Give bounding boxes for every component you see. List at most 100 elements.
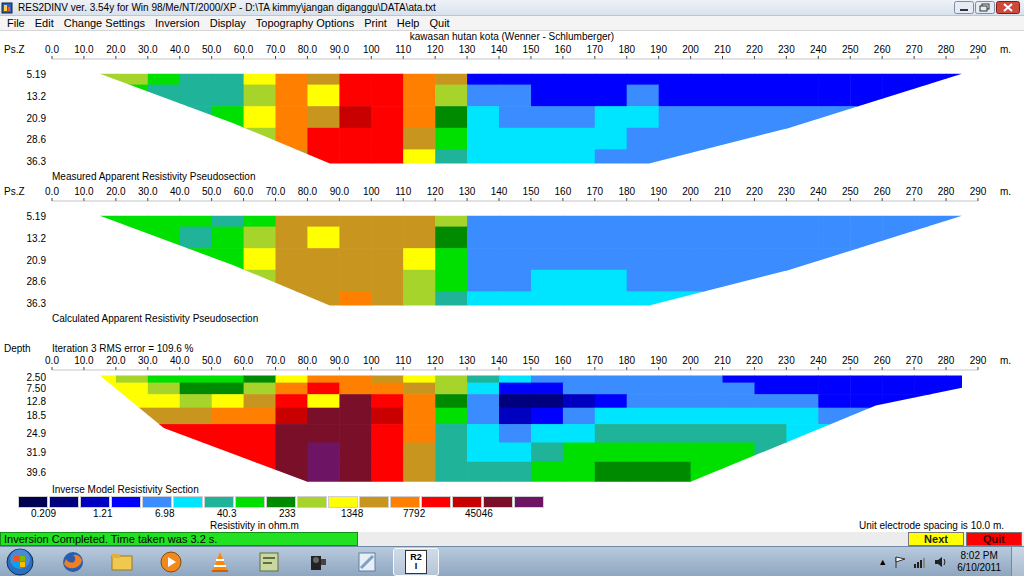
resistivity-cell (755, 408, 788, 425)
legend-bar (0, 496, 1024, 508)
taskbar-button[interactable] (148, 548, 194, 576)
menu-item[interactable]: Quit (424, 17, 454, 29)
resistivity-cell (403, 149, 436, 171)
firefox-icon (61, 550, 85, 574)
menu-item[interactable]: Display (205, 17, 251, 29)
resistivity-cell (435, 462, 468, 484)
resistivity-cell (499, 372, 532, 383)
show-desktop-button[interactable] (1011, 547, 1024, 576)
close-icon[interactable] (996, 1, 1020, 14)
resistivity-cell (914, 443, 947, 463)
x-tick-label: 260 (874, 186, 891, 197)
resistivity-cell (691, 106, 724, 128)
status-bar: Inversion Completed. Time taken was 3.2 … (0, 532, 1024, 546)
resistivity-cell (276, 424, 309, 443)
resistivity-cell (467, 106, 500, 128)
next-button[interactable]: Next (908, 532, 964, 546)
x-tick-label: 230 (778, 44, 795, 55)
start-orb-icon[interactable] (0, 547, 40, 576)
x-tick-mark (499, 367, 500, 370)
x-tick-mark (83, 56, 84, 59)
plot-title: kawasan hutan kota (Wenner - Schlumberge… (0, 31, 1024, 43)
action-center-icon[interactable] (893, 555, 907, 569)
x-tick-label: 50.0 (202, 355, 222, 366)
resistivity-cell (499, 128, 532, 150)
x-tick-mark (499, 198, 500, 201)
x-tick-label: 160 (555, 44, 572, 55)
resistivity-cell (148, 149, 181, 171)
legend-swatch (111, 496, 141, 508)
restore-icon[interactable] (975, 1, 995, 14)
resistivity-cell (148, 248, 181, 270)
resistivity-cell (403, 394, 436, 408)
resistivity-cell (627, 424, 660, 443)
resistivity-cell (627, 291, 660, 313)
resistivity-cell (371, 462, 404, 484)
resistivity-cell (403, 408, 436, 425)
x-tick-label: 290 (970, 186, 987, 197)
resistivity-cell (435, 248, 468, 270)
resistivity-cell (882, 424, 915, 443)
resistivity-cell (595, 63, 628, 85)
resistivity-cell (914, 63, 947, 85)
taskbar-button[interactable] (246, 548, 292, 576)
resistivity-cell (691, 128, 724, 150)
minimize-icon[interactable] (954, 1, 974, 14)
resistivity-cell (339, 63, 372, 85)
res2dinv-taskbar-button[interactable]: R2I (393, 548, 439, 576)
resistivity-cell (595, 270, 628, 292)
volume-icon[interactable] (933, 555, 947, 569)
resistivity-cell (403, 372, 436, 383)
x-tick-mark (467, 56, 468, 59)
taskbar-button[interactable] (99, 548, 145, 576)
x-tick-mark (594, 198, 595, 201)
menu-item[interactable]: Edit (30, 17, 59, 29)
menu-item[interactable]: File (2, 17, 30, 29)
resistivity-cell (882, 383, 915, 395)
taskbar-button[interactable] (344, 548, 390, 576)
document-app-icon (257, 550, 281, 574)
resistivity-cell (723, 462, 756, 484)
menu-item[interactable]: Topography Options (251, 17, 359, 29)
resistivity-cell (882, 394, 915, 408)
resistivity-cell (180, 248, 213, 270)
resistivity-cell (244, 394, 277, 408)
taskbar-button[interactable] (295, 548, 341, 576)
menu-item[interactable]: Change Settings (59, 17, 150, 29)
resistivity-cell (148, 128, 181, 150)
x-tick-mark (946, 198, 947, 201)
clock[interactable]: 8:02 PM6/10/2011 (953, 550, 1005, 574)
y-tick-label: 20.9 (27, 113, 47, 124)
resistivity-cell (882, 270, 915, 292)
resistivity-cell (339, 394, 372, 408)
resistivity-cell (723, 291, 756, 313)
menu-item[interactable]: Help (392, 17, 425, 29)
taskbar-button[interactable] (50, 548, 96, 576)
tray-expand-button[interactable]: ▲ (878, 557, 887, 567)
network-icon[interactable] (913, 555, 927, 569)
resistivity-cell (212, 424, 245, 443)
resistivity-cell (946, 85, 979, 107)
resistivity-cell (180, 372, 213, 383)
resistivity-cell (946, 248, 979, 270)
x-tick-mark (658, 198, 659, 201)
resistivity-cell (659, 291, 692, 313)
taskbar-button[interactable] (197, 548, 243, 576)
x-tick-label: 80.0 (298, 355, 318, 366)
x-tick-mark (658, 367, 659, 370)
resistivity-cell (595, 383, 628, 395)
resistivity-cell (307, 372, 340, 383)
menu-item[interactable]: Inversion (150, 17, 205, 29)
resistivity-cell (116, 270, 148, 292)
resistivity-cell (850, 106, 883, 128)
x-tick-label: 80.0 (298, 44, 318, 55)
x-tick-mark (562, 367, 563, 370)
x-tick-label: 210 (714, 355, 731, 366)
x-tick-mark (275, 198, 276, 201)
quit-button[interactable]: Quit (966, 532, 1022, 546)
resistivity-cell (148, 106, 181, 128)
x-tick-mark (83, 367, 84, 370)
menu-item[interactable]: Print (359, 17, 392, 29)
resistivity-cell (244, 291, 277, 313)
x-tick-mark (626, 198, 627, 201)
